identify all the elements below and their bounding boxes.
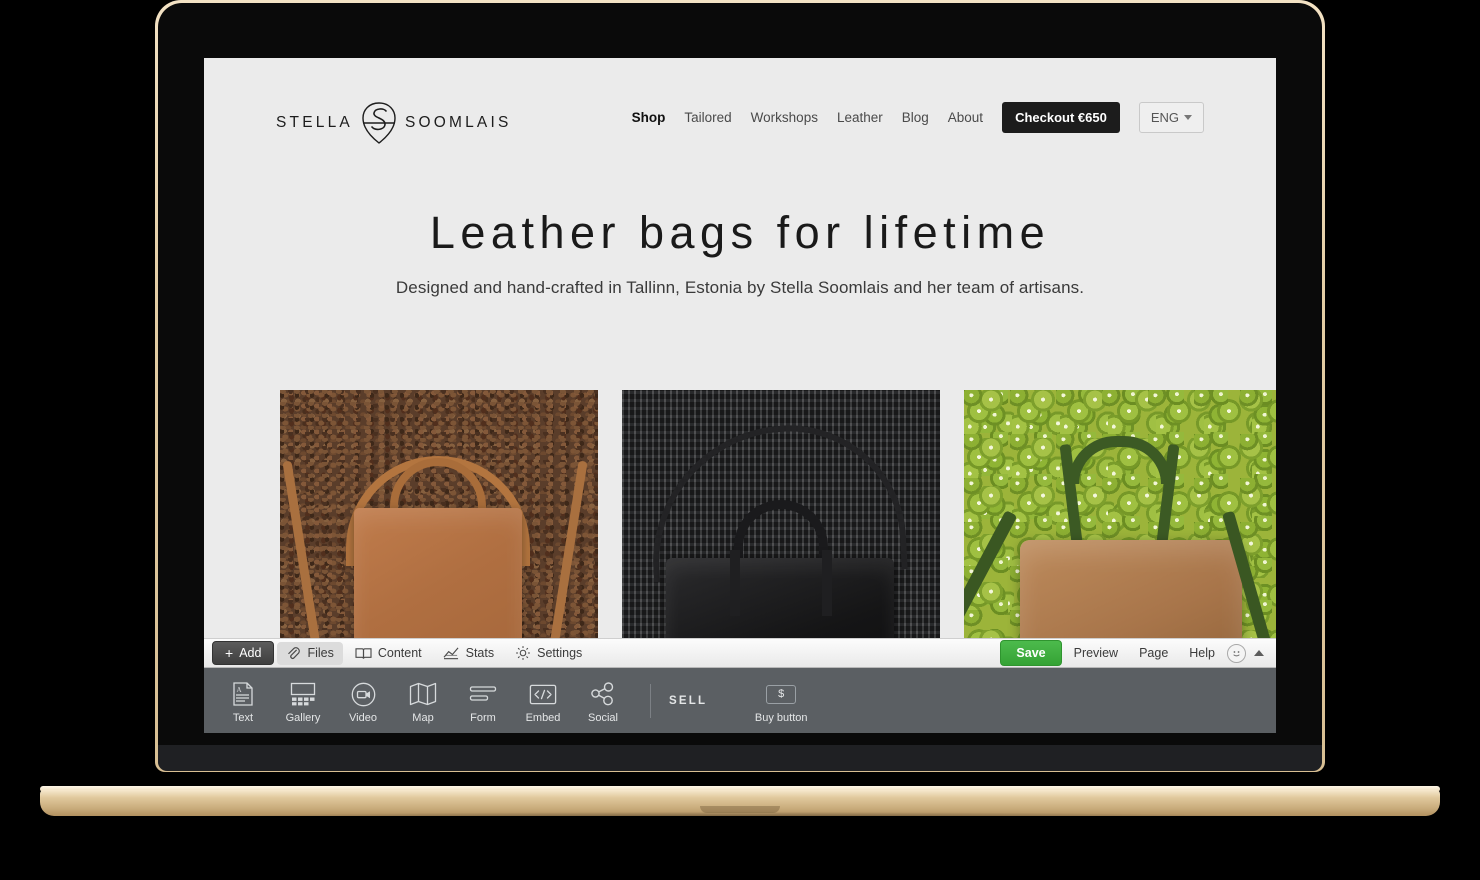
smiley-avatar-icon[interactable]: [1227, 643, 1246, 663]
widget-map[interactable]: Map: [394, 677, 452, 724]
help-button[interactable]: Help: [1180, 642, 1224, 664]
checkout-button[interactable]: Checkout €650: [1002, 102, 1120, 133]
stats-tab-label: Stats: [465, 646, 495, 660]
settings-tab-label: Settings: [537, 646, 583, 660]
plus-icon: +: [225, 645, 234, 661]
hero-section: Leather bags for lifetime Designed and h…: [204, 208, 1276, 298]
hero-headline: Leather bags for lifetime: [429, 207, 1051, 258]
site-header: STELLA SOOMLAIS Shop Tailored Workshops …: [204, 58, 1276, 178]
widget-bar: A Text Gallery Video Map Form Embed Soci…: [204, 668, 1276, 733]
svg-text:A: A: [237, 686, 242, 694]
widget-video-label: Video: [349, 712, 377, 724]
widget-gallery-label: Gallery: [285, 712, 321, 724]
share-nodes-icon: [590, 681, 616, 707]
editor-toolbar-left: + Add Files Content Stats Settings: [212, 641, 591, 665]
nav-item-shop[interactable]: Shop: [632, 110, 666, 125]
nav-item-workshops[interactable]: Workshops: [751, 110, 818, 125]
book-icon: [355, 647, 372, 659]
widget-gallery[interactable]: Gallery: [274, 677, 332, 724]
nav-item-blog[interactable]: Blog: [902, 110, 929, 125]
widget-form-label: Form: [470, 712, 496, 724]
nav-item-about[interactable]: About: [948, 110, 983, 125]
video-camera-icon: [351, 681, 376, 707]
add-button[interactable]: + Add: [212, 641, 275, 665]
page-button[interactable]: Page: [1130, 642, 1177, 664]
site-navigation: Shop Tailored Workshops Leather Blog Abo…: [632, 102, 1204, 133]
dollar-button-icon: $: [766, 681, 797, 707]
widget-social[interactable]: Social: [574, 677, 632, 724]
gallery-grid-icon: [290, 681, 316, 707]
gear-icon: [516, 646, 531, 660]
laptop-screen: STELLA SOOMLAIS Shop Tailored Workshops …: [204, 58, 1276, 733]
widget-embed[interactable]: Embed: [514, 677, 572, 724]
folded-map-icon: [409, 681, 437, 707]
editor-toolbar-right: Save Preview Page Help: [1000, 640, 1268, 666]
laptop-shadow: [120, 812, 1360, 828]
widget-buy-button[interactable]: $ Buy button: [739, 677, 823, 724]
bag-buckle-left: [730, 550, 740, 616]
widget-map-label: Map: [412, 712, 434, 724]
content-tab[interactable]: Content: [346, 642, 431, 665]
paperclip-icon: [288, 646, 301, 659]
content-tab-label: Content: [377, 646, 422, 660]
chevron-down-icon: [1184, 115, 1192, 120]
chart-icon: [443, 647, 459, 659]
sell-section-title: SELL: [669, 694, 708, 707]
widget-form[interactable]: Form: [454, 677, 512, 724]
widget-social-label: Social: [588, 712, 618, 724]
widget-buy-button-label: Buy button: [754, 712, 808, 724]
editor-toolbar: + Add Files Content Stats Settings Save …: [204, 638, 1276, 668]
screenshot-stage: STELLA SOOMLAIS Shop Tailored Workshops …: [0, 0, 1480, 880]
widget-text-label: Text: [232, 712, 254, 724]
language-label: ENG: [1150, 110, 1179, 125]
widget-bar-divider: [650, 683, 651, 718]
hero-subhead: Designed and hand-crafted in Tallinn, Es…: [395, 277, 1085, 297]
widget-embed-label: Embed: [525, 712, 561, 724]
logo-word-right: SOOMLAIS: [404, 114, 512, 131]
language-selector[interactable]: ENG: [1138, 102, 1204, 133]
text-document-icon: A: [232, 681, 254, 707]
chevron-up-icon[interactable]: [1254, 650, 1264, 656]
laptop-lid-chin: [158, 745, 1322, 771]
nav-item-leather[interactable]: Leather: [837, 110, 883, 125]
add-button-label: Add: [239, 646, 262, 660]
nav-item-tailored[interactable]: Tailored: [684, 110, 731, 125]
save-button[interactable]: Save: [1000, 640, 1062, 666]
code-embed-icon: [529, 681, 557, 707]
settings-tab[interactable]: Settings: [506, 641, 591, 665]
bag-buckle-right: [822, 550, 832, 616]
widget-text[interactable]: A Text: [214, 677, 272, 724]
widget-video[interactable]: Video: [334, 677, 392, 724]
files-tab-label: Files: [307, 646, 334, 660]
preview-button[interactable]: Preview: [1065, 642, 1127, 664]
stats-tab[interactable]: Stats: [434, 642, 504, 665]
site-logo[interactable]: STELLA SOOMLAIS: [276, 102, 512, 144]
form-lines-icon: [469, 681, 497, 707]
stella-s-shield-mark-icon: [362, 102, 396, 144]
logo-word-left: STELLA: [276, 114, 353, 131]
files-tab[interactable]: Files: [277, 641, 343, 665]
